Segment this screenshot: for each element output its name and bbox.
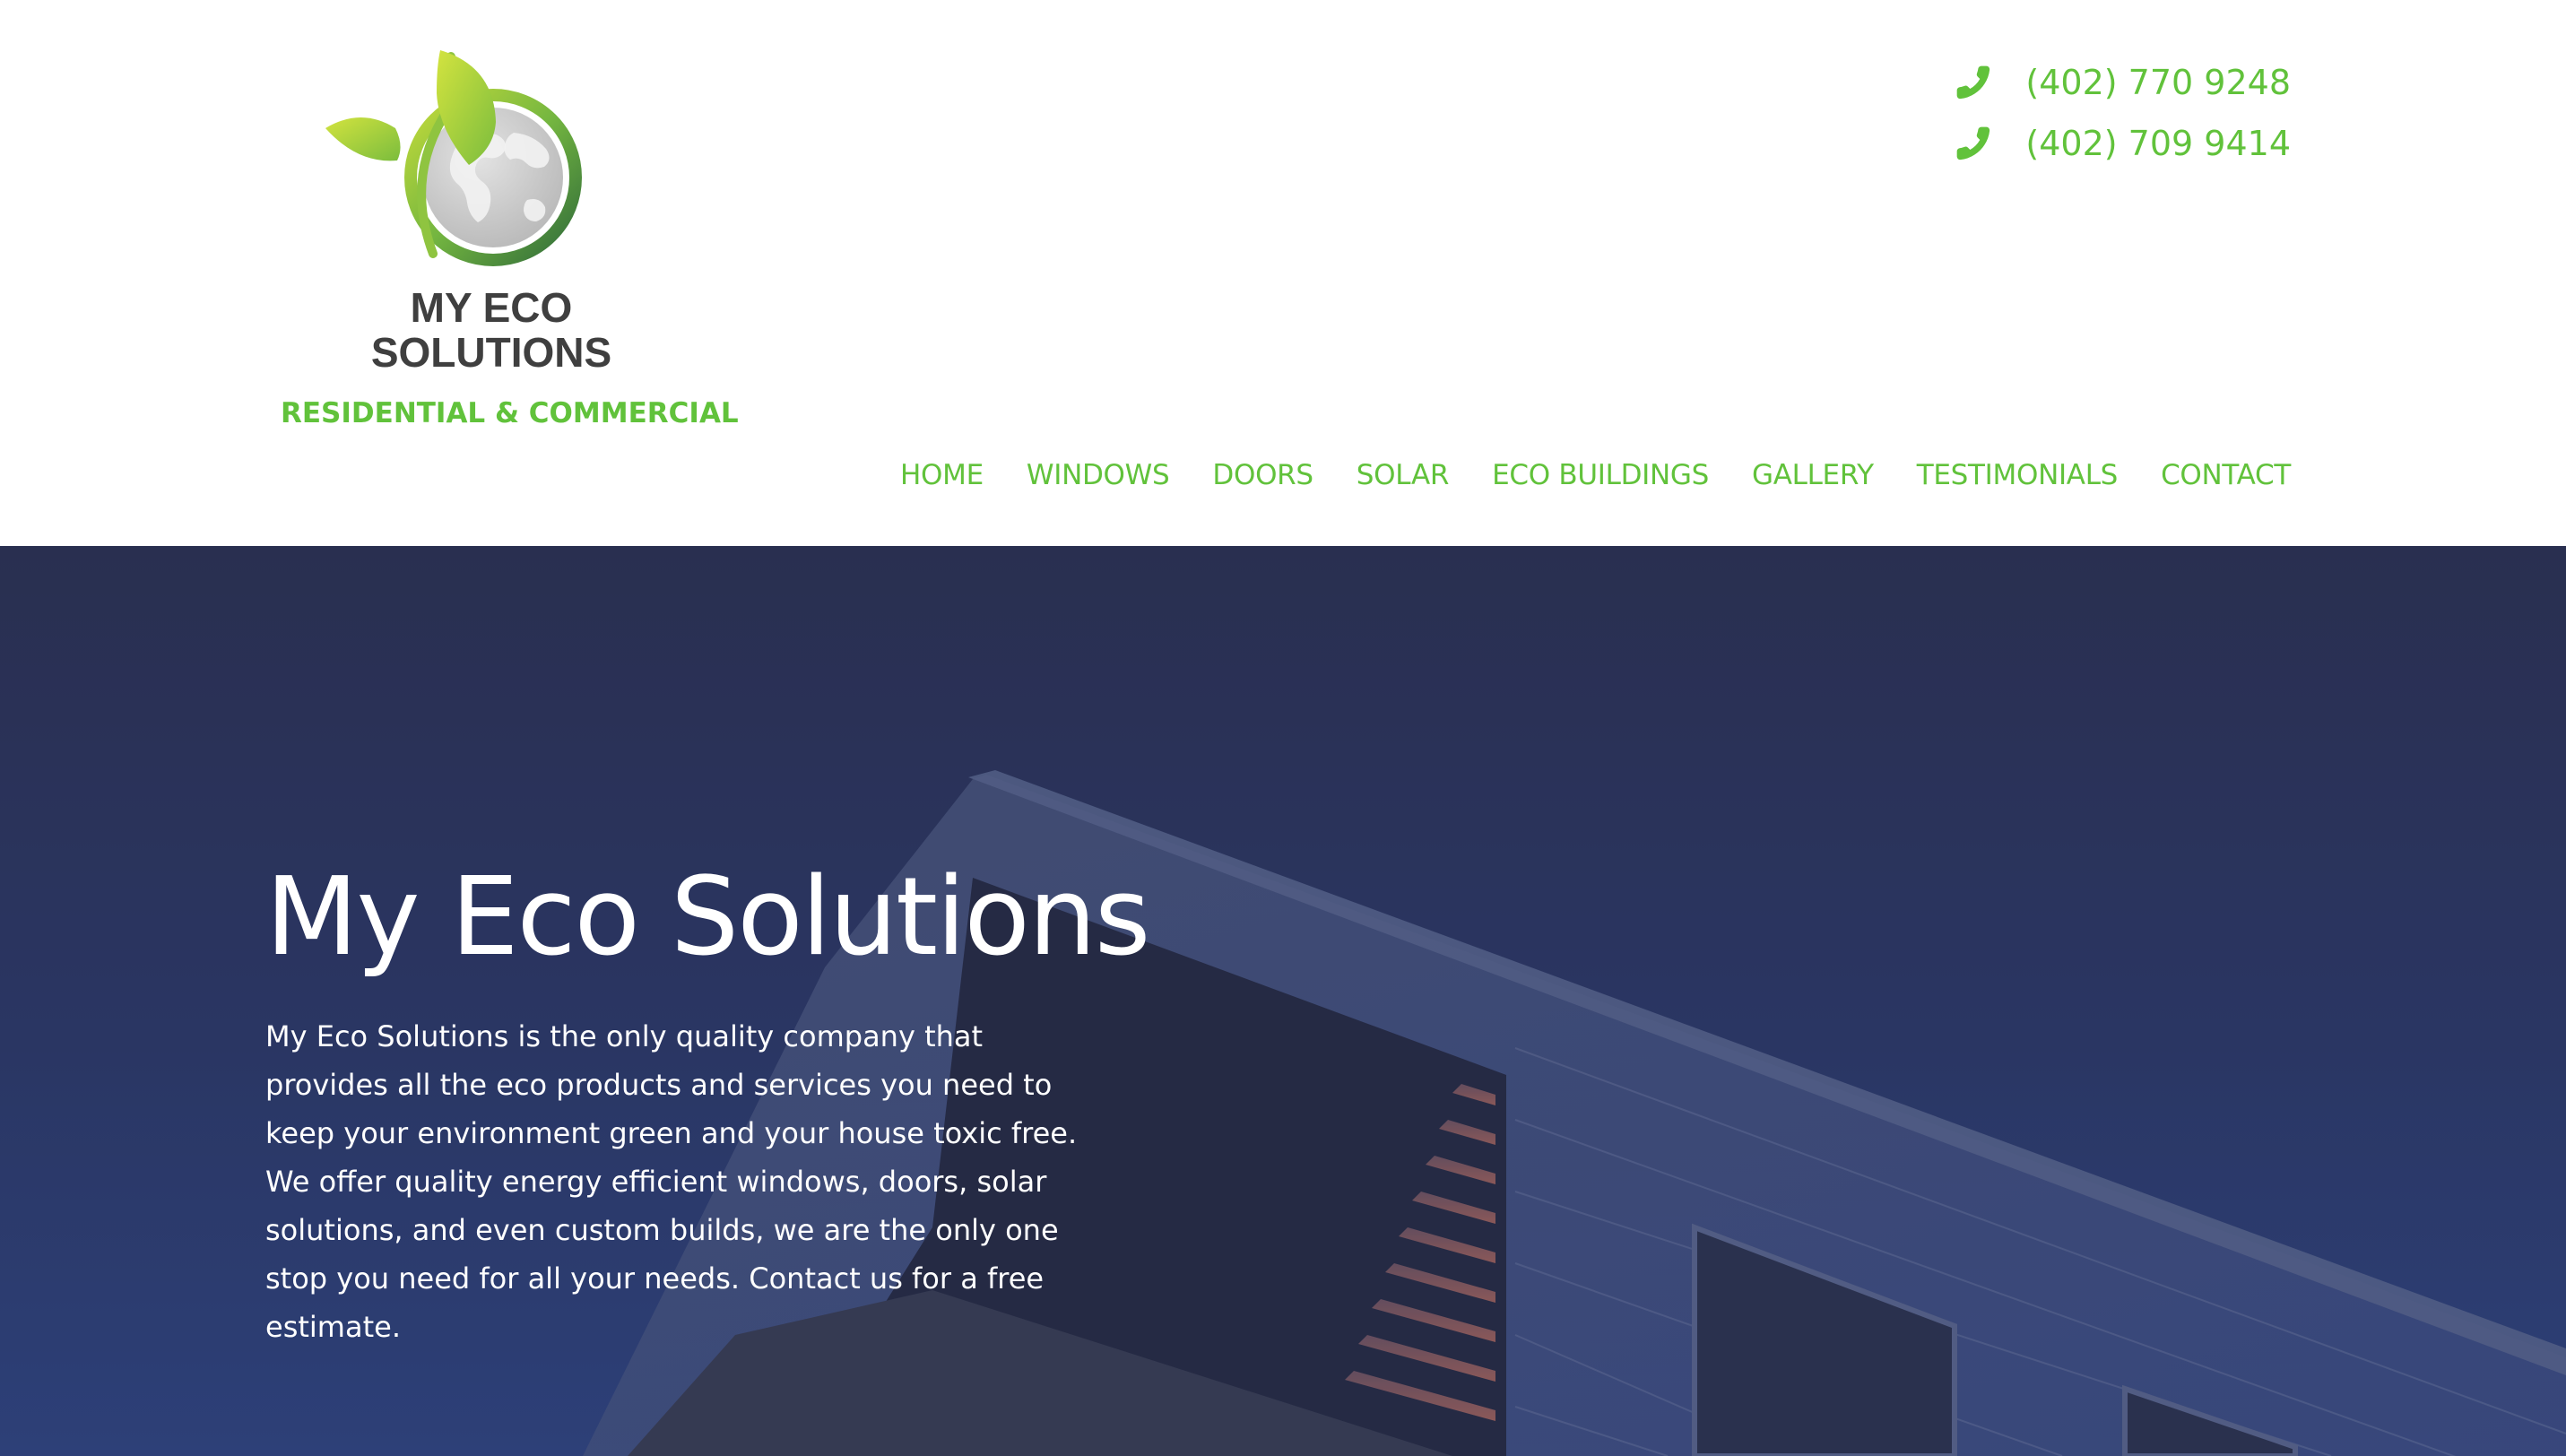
nav-solar[interactable]: SOLAR (1357, 454, 1450, 497)
nav-testimonials[interactable]: TESTIMONIALS (1917, 454, 2119, 497)
phone-number-2[interactable]: (402) 709 9414 (2025, 113, 2291, 174)
logo-wordmark: MY ECO SOLUTIONS (281, 285, 702, 375)
phone-contacts: (402) 770 9248 (402) 709 9414 (1954, 52, 2291, 174)
phone-row-1[interactable]: (402) 770 9248 (1954, 52, 2291, 113)
phone-icon (1957, 126, 1990, 160)
hero-description: My Eco Solutions is the only quality com… (265, 1019, 1078, 1344)
nav-windows[interactable]: WINDOWS (1027, 454, 1170, 497)
logo-tagline: RESIDENTIAL & COMMERCIAL (281, 397, 739, 429)
main-nav: HOME WINDOWS DOORS SOLAR ECO BUILDINGS G… (900, 454, 2291, 497)
logo-name-line1: MY ECO (410, 284, 573, 331)
nav-gallery[interactable]: GALLERY (1752, 454, 1874, 497)
phone-icon (1957, 65, 1990, 100)
phone-row-2[interactable]: (402) 709 9414 (1954, 113, 2291, 174)
nav-home[interactable]: HOME (900, 454, 984, 497)
leaf-globe-icon (325, 50, 582, 266)
hero-title: My Eco Solutions (265, 855, 1150, 980)
nav-contact[interactable]: CONTACT (2161, 454, 2291, 497)
hero-content: My Eco Solutions My Eco Solutions is the… (265, 851, 1150, 1380)
nav-eco-buildings[interactable]: ECO BUILDINGS (1492, 454, 1709, 497)
site-header: MY ECO SOLUTIONS RESIDENTIAL & COMMERCIA… (0, 0, 2566, 546)
logo-name-line2: SOLUTIONS (370, 329, 612, 376)
nav-doors[interactable]: DOORS (1212, 454, 1313, 497)
phone-number-1[interactable]: (402) 770 9248 (2025, 52, 2291, 113)
hero-section: My Eco Solutions My Eco Solutions is the… (0, 546, 2566, 1456)
site-logo[interactable]: MY ECO SOLUTIONS RESIDENTIAL & COMMERCIA… (281, 43, 739, 446)
